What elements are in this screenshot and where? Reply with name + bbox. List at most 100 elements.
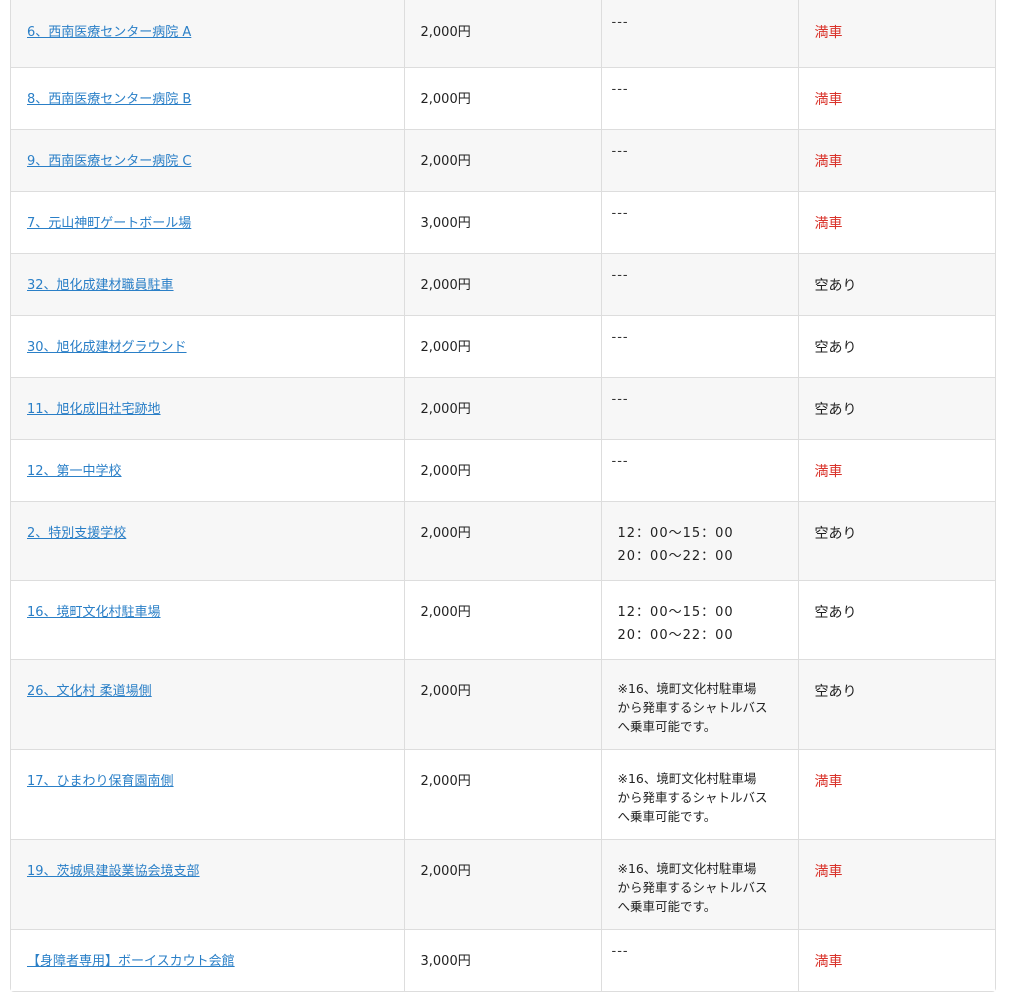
info-placeholder: --- [611, 943, 629, 959]
parking-lot-link[interactable]: 【身障者専用】ボーイスカウト会館 [27, 954, 235, 969]
parking-lot-link[interactable]: 6、西南医療センター病院 A [27, 25, 191, 40]
table-row: 7、元山神町ゲートボール場 3,000円 --- 満車 [11, 191, 995, 254]
parking-lot-link[interactable]: 11、旭化成旧社宅跡地 [27, 402, 161, 417]
info-cell: ※16、境町文化村駐車場 から発車するシャトルバス へ乗車可能です。 [601, 749, 799, 840]
availability-status: 空あり [814, 339, 857, 356]
parking-name-cell: 26、文化村 柔道場側 [11, 659, 405, 750]
price-cell: 3,000円 [404, 191, 602, 254]
info-cell: --- [601, 129, 799, 192]
status-cell: 満車 [798, 67, 995, 130]
table-row: 2、特別支援学校 2,000円 12：00〜15：00 20：00〜22：00 空あり [11, 501, 995, 581]
parking-name-cell: 19、茨城県建設業協会境支部 [11, 839, 405, 930]
parking-name-cell: 30、旭化成建材グラウンド [11, 315, 405, 378]
status-cell: 満車 [798, 929, 995, 991]
price-value: 2,000円 [420, 339, 471, 355]
info-placeholder: --- [611, 205, 629, 221]
price-value: 2,000円 [420, 604, 471, 620]
parking-table-container: 6、西南医療センター病院 A 2,000円 --- 満車 8、西南医療センター病院 B 2… [10, 0, 996, 992]
operating-hours: 12：00〜15：00 20：00〜22：00 [618, 520, 782, 570]
status-cell: 空あり [798, 377, 995, 440]
price-cell: 2,000円 [404, 659, 602, 750]
parking-lot-link[interactable]: 7、元山神町ゲートボール場 [27, 216, 191, 231]
parking-name-cell: 17、ひまわり保育園南側 [11, 749, 405, 840]
parking-name-cell: 2、特別支援学校 [11, 501, 405, 581]
price-cell: 2,000円 [404, 0, 602, 68]
note-line: から発車するシャトルバス [617, 879, 768, 895]
status-cell: 満車 [798, 191, 995, 254]
info-cell: --- [601, 191, 799, 254]
info-cell: --- [601, 439, 799, 502]
parking-lot-link[interactable]: 19、茨城県建設業協会境支部 [27, 864, 200, 879]
operating-hours: 12：00〜15：00 20：00〜22：00 [618, 599, 782, 649]
availability-status: 空あり [814, 525, 857, 542]
price-value: 2,000円 [420, 863, 471, 879]
parking-name-cell: 6、西南医療センター病院 A [11, 0, 405, 68]
status-cell: 満車 [798, 129, 995, 192]
parking-lot-link[interactable]: 26、文化村 柔道場側 [27, 684, 152, 699]
price-value: 2,000円 [420, 91, 471, 107]
status-cell: 空あり [798, 580, 995, 660]
price-value: 2,000円 [420, 773, 471, 789]
info-cell: --- [601, 253, 799, 316]
parking-name-cell: 12、第一中学校 [11, 439, 405, 502]
availability-status: 満車 [814, 153, 843, 170]
availability-status: 満車 [814, 863, 843, 880]
note-line: へ乗車可能です。 [617, 898, 717, 914]
status-cell: 空あり [798, 315, 995, 378]
info-placeholder: --- [611, 329, 629, 345]
availability-status: 空あり [814, 604, 857, 621]
status-cell: 満車 [798, 439, 995, 502]
parking-lot-link[interactable]: 9、西南医療センター病院 C [27, 154, 191, 169]
availability-status: 満車 [814, 463, 843, 480]
note-line: から発車するシャトルバス [617, 699, 768, 715]
info-cell: --- [601, 377, 799, 440]
parking-table-body: 6、西南医療センター病院 A 2,000円 --- 満車 8、西南医療センター病院 B 2… [11, 0, 995, 991]
table-row: 6、西南医療センター病院 A 2,000円 --- 満車 [11, 0, 995, 68]
price-cell: 2,000円 [404, 377, 602, 440]
info-cell: ※16、境町文化村駐車場 から発車するシャトルバス へ乗車可能です。 [601, 659, 799, 750]
info-cell: --- [601, 67, 799, 130]
parking-lot-link[interactable]: 12、第一中学校 [27, 464, 122, 479]
price-value: 2,000円 [420, 463, 471, 479]
availability-status: 満車 [814, 773, 843, 790]
availability-status: 満車 [814, 91, 843, 108]
info-cell: 12：00〜15：00 20：00〜22：00 [601, 501, 799, 581]
note-line: へ乗車可能です。 [617, 718, 717, 734]
table-row: 16、境町文化村駐車場 2,000円 12：00〜15：00 20：00〜22：00 空… [11, 580, 995, 660]
parking-lot-link[interactable]: 8、西南医療センター病院 B [27, 92, 191, 107]
parking-lot-link[interactable]: 2、特別支援学校 [27, 526, 126, 541]
table-row: 9、西南医療センター病院 C 2,000円 --- 満車 [11, 129, 995, 192]
price-cell: 2,000円 [404, 580, 602, 660]
price-cell: 2,000円 [404, 839, 602, 930]
info-placeholder: --- [611, 453, 629, 469]
availability-status: 空あり [814, 277, 857, 294]
parking-lot-link[interactable]: 16、境町文化村駐車場 [27, 605, 161, 620]
parking-name-cell: 9、西南医療センター病院 C [11, 129, 405, 192]
hours-line: 20：00〜22：00 [617, 548, 734, 564]
hours-line: 20：00〜22：00 [617, 627, 734, 643]
availability-status: 満車 [814, 215, 843, 232]
price-value: 3,000円 [420, 215, 471, 231]
info-cell: --- [601, 929, 799, 991]
table-row: 8、西南医療センター病院 B 2,000円 --- 満車 [11, 67, 995, 130]
price-value: 2,000円 [420, 153, 471, 169]
table-row: 17、ひまわり保育園南側 2,000円 ※16、境町文化村駐車場 から発車するシャトル… [11, 749, 995, 840]
status-cell: 空あり [798, 501, 995, 581]
price-cell: 2,000円 [404, 749, 602, 840]
parking-table: 6、西南医療センター病院 A 2,000円 --- 満車 8、西南医療センター病院 B 2… [11, 0, 995, 991]
info-cell: ※16、境町文化村駐車場 から発車するシャトルバス へ乗車可能です。 [601, 839, 799, 930]
table-row: 26、文化村 柔道場側 2,000円 ※16、境町文化村駐車場 から発車するシャトルバ… [11, 659, 995, 750]
parking-lot-link[interactable]: 17、ひまわり保育園南側 [27, 774, 174, 789]
price-value: 2,000円 [420, 525, 471, 541]
price-cell: 2,000円 [404, 315, 602, 378]
availability-status: 満車 [814, 953, 843, 970]
note-line: ※16、境町文化村駐車場 [617, 860, 757, 876]
parking-lot-link[interactable]: 32、旭化成建材職員駐車 [27, 278, 174, 293]
parking-lot-link[interactable]: 30、旭化成建材グラウンド [27, 340, 187, 355]
availability-status: 空あり [814, 401, 857, 418]
status-cell: 空あり [798, 659, 995, 750]
status-cell: 満車 [798, 749, 995, 840]
table-row: 19、茨城県建設業協会境支部 2,000円 ※16、境町文化村駐車場 から発車するシャ… [11, 839, 995, 930]
info-placeholder: --- [611, 391, 629, 407]
parking-name-cell: 8、西南医療センター病院 B [11, 67, 405, 130]
